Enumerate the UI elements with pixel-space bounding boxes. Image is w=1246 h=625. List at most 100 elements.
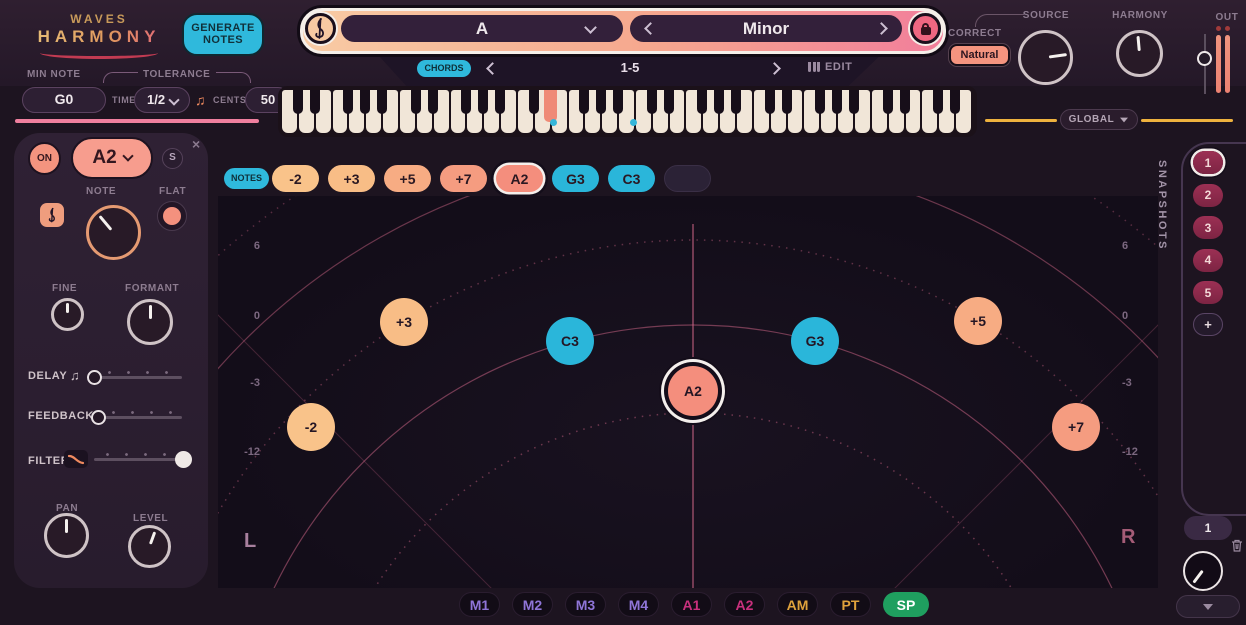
voice-on-button[interactable]: ON bbox=[28, 142, 61, 175]
pan-knob[interactable] bbox=[44, 513, 89, 558]
snapshot-button-5[interactable]: 5 bbox=[1193, 281, 1223, 304]
note-pill-+7[interactable]: +7 bbox=[440, 165, 487, 192]
radar-node-A2[interactable]: A2 bbox=[668, 366, 718, 416]
piano-black-key[interactable] bbox=[528, 90, 539, 114]
feedback-slider-handle[interactable] bbox=[91, 410, 106, 425]
radar-node-+3[interactable]: +3 bbox=[380, 298, 428, 346]
piano-black-key[interactable] bbox=[849, 90, 860, 114]
piano-black-key[interactable] bbox=[764, 90, 775, 114]
piano-black-key[interactable] bbox=[697, 90, 708, 114]
out-slider-thumb[interactable] bbox=[1197, 51, 1212, 66]
trash-icon[interactable] bbox=[1231, 539, 1243, 552]
piano-black-key[interactable] bbox=[646, 90, 657, 114]
min-note-value[interactable]: G0 bbox=[22, 87, 106, 113]
snapshot-value-pill[interactable]: 1 bbox=[1184, 516, 1232, 540]
note-pill-+3[interactable]: +3 bbox=[328, 165, 375, 192]
scale-prev-chevron-icon[interactable] bbox=[644, 22, 657, 35]
radar-node-G3[interactable]: G3 bbox=[791, 317, 839, 365]
piano-black-key[interactable] bbox=[899, 90, 910, 114]
edit-chords-button[interactable]: EDIT bbox=[808, 61, 852, 73]
min-note-label: MIN NOTE bbox=[27, 69, 81, 80]
radar-node-+5[interactable]: +5 bbox=[954, 297, 1002, 345]
piano-black-key[interactable] bbox=[410, 90, 421, 114]
voice-tab-M2[interactable]: M2 bbox=[512, 592, 553, 617]
delay-slider-handle[interactable] bbox=[87, 370, 102, 385]
lock-icon[interactable] bbox=[910, 13, 941, 44]
piano-black-key[interactable] bbox=[832, 90, 843, 114]
global-line-left bbox=[985, 119, 1057, 122]
voice-tab-A1[interactable]: A1 bbox=[671, 592, 712, 617]
piano-black-key[interactable] bbox=[933, 90, 944, 114]
collapse-panel-button[interactable] bbox=[1176, 595, 1240, 618]
formant-knob[interactable] bbox=[127, 299, 173, 345]
voice-tab-SP[interactable]: SP bbox=[883, 592, 929, 617]
key-select[interactable]: A bbox=[341, 15, 623, 42]
note-pill--2[interactable]: -2 bbox=[272, 165, 319, 192]
fine-knob[interactable] bbox=[51, 298, 84, 331]
source-knob[interactable] bbox=[1018, 30, 1073, 85]
piano-black-key[interactable] bbox=[663, 90, 674, 114]
generate-notes-button[interactable]: GENERATE NOTES bbox=[182, 13, 264, 56]
filter-curve-icon[interactable] bbox=[64, 450, 88, 468]
out-meter-left bbox=[1216, 35, 1221, 93]
time-select[interactable]: 1/2 bbox=[134, 87, 190, 113]
piano-black-key[interactable] bbox=[714, 90, 725, 114]
flat-toggle[interactable] bbox=[157, 201, 187, 231]
voice-select[interactable]: A2 bbox=[71, 137, 153, 179]
piano-black-key[interactable] bbox=[461, 90, 472, 114]
piano-black-key[interactable] bbox=[360, 90, 371, 114]
level-knob[interactable] bbox=[128, 525, 171, 568]
radar-node--2[interactable]: -2 bbox=[287, 403, 335, 451]
piano-black-key[interactable] bbox=[731, 90, 742, 114]
piano-black-key[interactable] bbox=[343, 90, 354, 114]
radar-node-C3[interactable]: C3 bbox=[546, 317, 594, 365]
voice-clef-icon[interactable] bbox=[40, 203, 64, 227]
correct-mode-button[interactable]: Natural bbox=[949, 44, 1010, 66]
filter-slider[interactable] bbox=[94, 458, 182, 461]
global-dropdown[interactable]: GLOBAL bbox=[1060, 109, 1138, 130]
chords-badge[interactable]: CHORDS bbox=[417, 60, 471, 77]
voice-tab-M3[interactable]: M3 bbox=[565, 592, 606, 617]
piano-black-key[interactable] bbox=[309, 90, 320, 114]
piano-black-key[interactable] bbox=[882, 90, 893, 114]
scale-select: Minor bbox=[630, 15, 902, 42]
voice-tab-AM[interactable]: AM bbox=[777, 592, 818, 617]
snapshot-button-1[interactable]: 1 bbox=[1193, 151, 1223, 174]
scale-next-chevron-icon[interactable] bbox=[875, 22, 888, 35]
keyboard-keys bbox=[282, 90, 973, 133]
piano-black-key[interactable] bbox=[377, 90, 388, 114]
voice-tab-A2[interactable]: A2 bbox=[724, 592, 765, 617]
delay-slider[interactable] bbox=[88, 376, 182, 379]
piano-black-key[interactable] bbox=[495, 90, 506, 114]
piano-black-key[interactable] bbox=[292, 90, 303, 114]
snapshot-button-4[interactable]: 4 bbox=[1193, 248, 1223, 272]
radar-node-+7[interactable]: +7 bbox=[1052, 403, 1100, 451]
piano-key-highlighted[interactable] bbox=[544, 90, 558, 122]
note-knob[interactable] bbox=[86, 205, 141, 260]
note-pill-empty[interactable] bbox=[664, 165, 711, 192]
piano-black-key[interactable] bbox=[781, 90, 792, 114]
note-pill-A2[interactable]: A2 bbox=[496, 165, 543, 192]
snapshot-button-2[interactable]: 2 bbox=[1193, 183, 1223, 207]
piano-black-key[interactable] bbox=[815, 90, 826, 114]
voice-solo-button[interactable]: S bbox=[162, 148, 183, 169]
morph-knob[interactable] bbox=[1183, 551, 1223, 591]
voice-close-icon[interactable]: × bbox=[192, 136, 200, 152]
note-pill-C3[interactable]: C3 bbox=[608, 165, 655, 192]
snapshot-button-3[interactable]: 3 bbox=[1193, 216, 1223, 239]
global-caret-icon bbox=[1120, 117, 1129, 122]
voice-tab-PT[interactable]: PT bbox=[830, 592, 871, 617]
piano-black-key[interactable] bbox=[427, 90, 438, 114]
voice-tab-M1[interactable]: M1 bbox=[459, 592, 500, 617]
piano-black-key[interactable] bbox=[613, 90, 624, 114]
piano-black-key[interactable] bbox=[478, 90, 489, 114]
piano-black-key[interactable] bbox=[579, 90, 590, 114]
harmony-knob[interactable] bbox=[1116, 30, 1163, 77]
filter-slider-handle[interactable] bbox=[175, 451, 192, 468]
note-pill-G3[interactable]: G3 bbox=[552, 165, 599, 192]
add-snapshot-button[interactable]: + bbox=[1193, 313, 1223, 336]
piano-black-key[interactable] bbox=[950, 90, 961, 114]
piano-black-key[interactable] bbox=[596, 90, 607, 114]
note-pill-+5[interactable]: +5 bbox=[384, 165, 431, 192]
voice-tab-M4[interactable]: M4 bbox=[618, 592, 659, 617]
